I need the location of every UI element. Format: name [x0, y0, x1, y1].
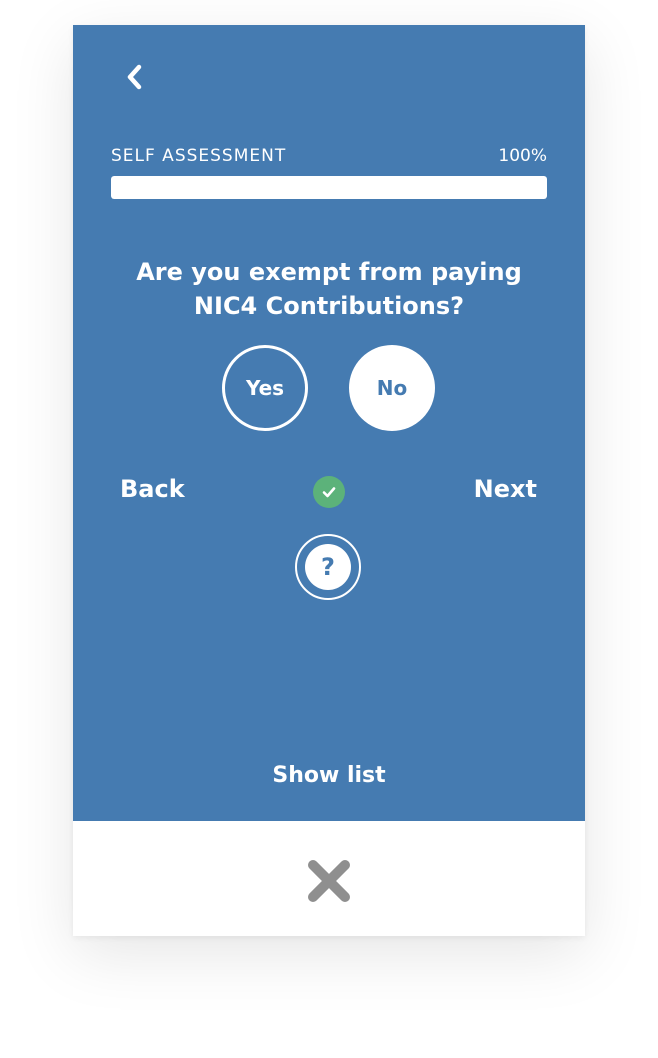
- footer-bar: [73, 821, 585, 936]
- next-button[interactable]: Next: [474, 475, 537, 503]
- show-list-button[interactable]: Show list: [73, 763, 585, 788]
- assessment-card: SELF ASSESSMENT 100% Are you exempt from…: [73, 25, 585, 936]
- question-mark-icon: ?: [305, 544, 351, 590]
- progress-label: SELF ASSESSMENT: [111, 146, 287, 166]
- question-text: Are you exempt from paying NIC4 Contribu…: [136, 258, 522, 320]
- progress-bar: [111, 176, 547, 199]
- chevron-left-icon[interactable]: [123, 63, 145, 91]
- close-x-icon[interactable]: [305, 857, 353, 905]
- question-panel: SELF ASSESSMENT 100% Are you exempt from…: [73, 25, 585, 821]
- yes-button[interactable]: Yes: [222, 345, 308, 431]
- progress-bar-fill: [111, 176, 547, 199]
- no-button[interactable]: No: [349, 345, 435, 431]
- progress-percent: 100%: [498, 146, 547, 166]
- help-button[interactable]: ?: [295, 534, 361, 600]
- back-button[interactable]: Back: [120, 475, 185, 503]
- checkmark-icon: [322, 487, 336, 498]
- check-circle-icon: [313, 476, 345, 508]
